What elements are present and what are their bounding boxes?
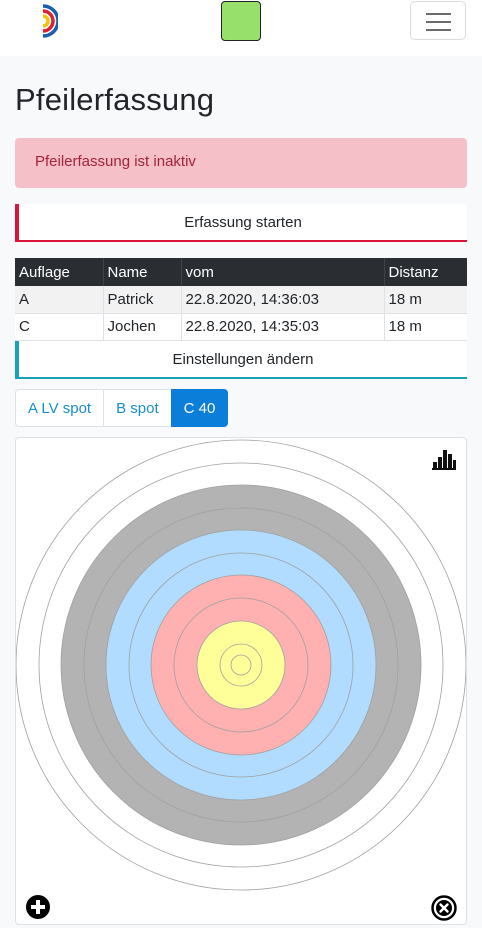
column-header-distanz: Distanz [384, 258, 467, 286]
target-ring-11 [230, 654, 252, 676]
inactive-alert: Pfeilerfassung ist inaktiv [15, 138, 467, 188]
cell-vom: 22.8.2020, 14:35:03 [181, 313, 385, 341]
start-capture-button[interactable]: Erfassung starten [15, 204, 467, 242]
cell-auflage: A [15, 286, 104, 314]
column-header-auflage: Auflage [15, 258, 104, 286]
navbar [0, 0, 482, 56]
sessions-table: Auflage Name vom Distanz A Patrick 22.8.… [15, 258, 467, 341]
status-indicator [221, 1, 261, 41]
x-circle-icon[interactable] [431, 895, 457, 921]
target-face-tabs: A LV spot B spot C 40 [15, 389, 229, 427]
cell-vom: 22.8.2020, 14:36:03 [181, 286, 385, 314]
hamburger-icon-bar [426, 29, 451, 31]
cell-name: Jochen [103, 313, 182, 341]
cell-auflage: C [15, 313, 104, 341]
menu-toggle-button[interactable] [410, 1, 466, 40]
bar-chart-icon[interactable] [431, 448, 457, 470]
target-face[interactable] [16, 438, 467, 925]
cell-distanz: 18 m [384, 313, 467, 341]
target-logo-icon[interactable] [28, 2, 58, 40]
column-header-name: Name [103, 258, 182, 286]
table-row[interactable]: A Patrick 22.8.2020, 14:36:03 18 m [15, 286, 467, 314]
cell-name: Patrick [103, 286, 182, 314]
tab-a-lv-spot[interactable]: A LV spot [15, 389, 105, 427]
table-row[interactable]: C Jochen 22.8.2020, 14:35:03 18 m [15, 313, 467, 341]
plus-circle-icon[interactable] [26, 895, 50, 919]
hamburger-icon [426, 13, 451, 15]
page-title: Pfeilerfassung [15, 82, 215, 117]
cell-distanz: 18 m [384, 286, 467, 314]
target-panel [15, 437, 467, 925]
column-header-vom: vom [181, 258, 385, 286]
tab-b-spot[interactable]: B spot [103, 389, 172, 427]
table-header-row: Auflage Name vom Distanz [15, 258, 467, 286]
change-settings-button[interactable]: Einstellungen ändern [15, 341, 467, 379]
hamburger-icon-bar [426, 21, 451, 23]
tab-c-40[interactable]: C 40 [170, 389, 229, 427]
